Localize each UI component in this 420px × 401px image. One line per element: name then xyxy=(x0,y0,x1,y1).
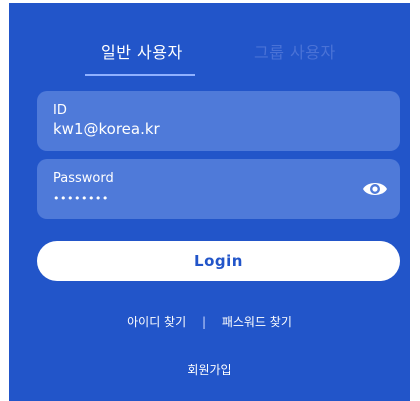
link-separator: | xyxy=(201,315,206,329)
find-id-link[interactable]: 아이디 찾기 xyxy=(127,313,186,330)
password-field-label: Password xyxy=(53,171,114,186)
login-panel: 일반 사용자 그룹 사용자 ID kw1@korea.kr Password •… xyxy=(9,3,410,401)
id-input-value[interactable]: kw1@korea.kr xyxy=(53,120,160,138)
password-field[interactable]: Password •••••••• xyxy=(37,159,400,219)
user-type-tabs: 일반 사용자 그룹 사용자 xyxy=(9,3,410,83)
active-tab-indicator xyxy=(85,74,195,76)
find-password-link[interactable]: 패스워드 찾기 xyxy=(222,313,292,330)
eye-icon[interactable] xyxy=(362,178,388,200)
tab-group-user[interactable]: 그룹 사용자 xyxy=(254,39,336,63)
password-input-value[interactable]: •••••••• xyxy=(53,192,109,205)
login-button[interactable]: Login xyxy=(37,241,400,281)
tab-general-user[interactable]: 일반 사용자 xyxy=(101,39,183,63)
id-field[interactable]: ID kw1@korea.kr xyxy=(37,91,400,151)
id-field-label: ID xyxy=(53,103,67,118)
account-recovery-links: 아이디 찾기 | 패스워드 찾기 xyxy=(9,313,410,330)
signup-link[interactable]: 회원가입 xyxy=(9,361,410,378)
